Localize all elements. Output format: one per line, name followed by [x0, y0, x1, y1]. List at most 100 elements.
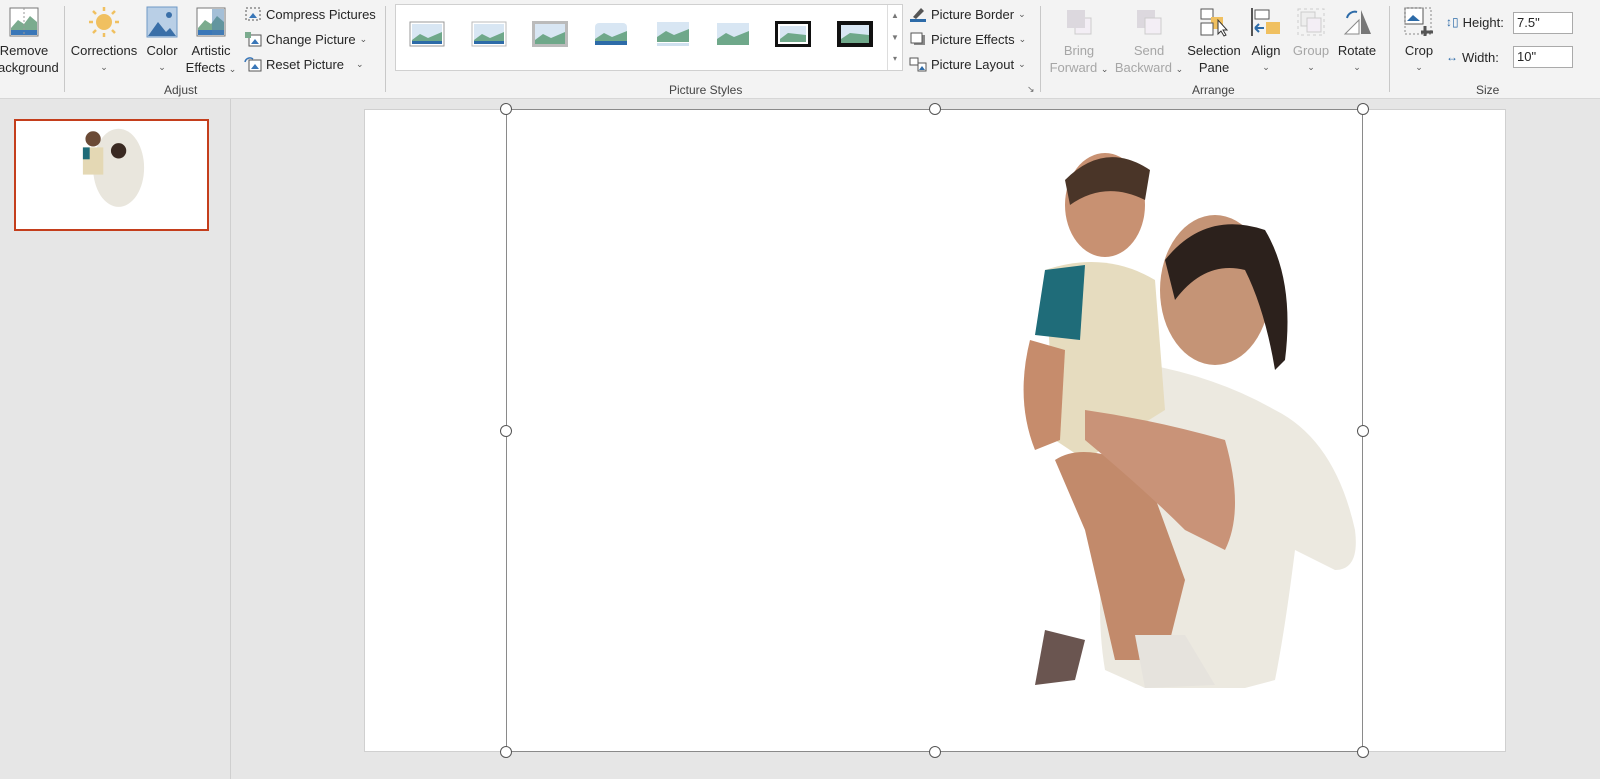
- picture-styles-gallery[interactable]: ▲ ▼ ▾: [395, 4, 903, 71]
- picture-style-1[interactable]: [408, 19, 446, 49]
- width-label-wrap: ↔ Width:: [1446, 47, 1499, 67]
- bring-forward-label-1: Bring: [1063, 43, 1095, 58]
- rotate-icon: [1341, 6, 1373, 38]
- color-button[interactable]: Color ⌄: [143, 6, 181, 76]
- size-group-label: Size: [1476, 83, 1500, 97]
- height-label: Height:: [1462, 14, 1504, 30]
- send-backward-label-2: Backward: [1114, 60, 1172, 75]
- ribbon: Remove Background Corrections ⌄ Color ⌄ …: [0, 0, 1600, 99]
- thumbnail-picture: [82, 128, 145, 207]
- compress-icon: [244, 6, 262, 22]
- bring-forward-icon: [1063, 6, 1095, 38]
- chevron-down-icon: ⌄: [228, 64, 237, 74]
- height-icon: ↕▯: [1446, 15, 1459, 29]
- bring-forward-label-2: Forward: [1049, 60, 1098, 75]
- picture-style-7[interactable]: [774, 19, 812, 49]
- remove-background-label: Remove Background: [0, 43, 59, 75]
- picture-layout-button[interactable]: Picture Layout ⌄: [909, 54, 1026, 74]
- reset-picture-icon: [244, 56, 262, 72]
- chevron-down-icon: ⌄: [1415, 62, 1423, 72]
- slide-thumbnail-1[interactable]: [14, 119, 209, 231]
- crop-label: Crop: [1404, 43, 1434, 58]
- picture-style-4[interactable]: [592, 19, 630, 49]
- scroll-up-icon[interactable]: ▲: [888, 5, 902, 27]
- corrections-button[interactable]: Corrections ⌄: [69, 6, 139, 76]
- reset-picture-label: Reset Picture: [266, 56, 345, 72]
- chevron-down-icon: ⌄: [100, 62, 108, 72]
- sun-icon: [88, 6, 120, 38]
- picture-border-label: Picture Border: [931, 6, 1015, 22]
- reset-picture-button[interactable]: Reset Picture ⌄: [244, 54, 364, 74]
- chevron-down-icon: ⌄: [1018, 33, 1027, 44]
- picture-style-2[interactable]: [470, 19, 508, 49]
- pen-icon: [909, 6, 927, 22]
- remove-background-button[interactable]: Remove Background: [0, 6, 62, 76]
- chevron-down-icon: ⌄: [1307, 62, 1315, 72]
- group-icon: [1295, 6, 1327, 38]
- chevron-down-icon: ⌄: [158, 62, 166, 72]
- height-input[interactable]: 7.5": [1513, 12, 1573, 34]
- picture-selection-frame[interactable]: [506, 109, 1363, 752]
- width-icon: ↔: [1446, 50, 1458, 64]
- resize-handle-bottom[interactable]: [929, 746, 941, 758]
- chevron-down-icon: ⌄: [1353, 62, 1361, 72]
- align-icon: [1250, 6, 1282, 38]
- picture-border-button[interactable]: Picture Border ⌄: [909, 4, 1026, 24]
- send-backward-label-1: Send: [1133, 43, 1165, 58]
- color-label: Color: [146, 43, 178, 58]
- chevron-down-icon: ⌄: [1018, 58, 1026, 69]
- selection-pane-label-1: Selection: [1187, 43, 1241, 58]
- scroll-down-icon[interactable]: ▼: [888, 27, 902, 49]
- change-picture-button[interactable]: Change Picture ⌄: [244, 29, 367, 49]
- bring-forward-button[interactable]: Bring Forward ⌄: [1048, 6, 1110, 78]
- color-icon: [146, 6, 178, 38]
- chevron-down-icon: ⌄: [359, 33, 368, 44]
- resize-handle-top-right[interactable]: [1357, 103, 1369, 115]
- chevron-down-icon: ⌄: [1262, 62, 1270, 72]
- picture-effects-label: Picture Effects: [931, 31, 1015, 47]
- rotate-label: Rotate: [1337, 43, 1377, 58]
- picture-style-5[interactable]: [654, 19, 692, 49]
- rotate-button[interactable]: Rotate ⌄: [1336, 6, 1378, 76]
- resize-handle-right[interactable]: [1357, 425, 1369, 437]
- picture-style-6[interactable]: [714, 19, 752, 49]
- gallery-scrollbar[interactable]: ▲ ▼ ▾: [887, 5, 902, 70]
- picture-style-8[interactable]: [836, 19, 874, 49]
- artistic-label-1: Artistic: [191, 43, 231, 58]
- artistic-label-2: Effects: [185, 60, 226, 75]
- resize-handle-left[interactable]: [500, 425, 512, 437]
- compress-label: Compress Pictures: [266, 6, 376, 22]
- crop-button[interactable]: Crop ⌄: [1400, 6, 1438, 76]
- artistic-effects-button[interactable]: Artistic Effects ⌄: [184, 6, 238, 78]
- remove-background-icon: [8, 6, 40, 38]
- arrange-group-label: Arrange: [1192, 83, 1235, 97]
- picture-styles-group-label: Picture Styles: [669, 83, 743, 97]
- effects-icon: [909, 31, 927, 47]
- chevron-down-icon: ⌄: [356, 58, 364, 69]
- picture-layout-label: Picture Layout: [931, 56, 1015, 72]
- picture-effects-button[interactable]: Picture Effects ⌄: [909, 29, 1026, 49]
- group-button[interactable]: Group ⌄: [1290, 6, 1332, 76]
- chevron-down-icon: ⌄: [1100, 64, 1109, 74]
- resize-handle-bottom-left[interactable]: [500, 746, 512, 758]
- change-picture-label: Change Picture: [266, 31, 356, 47]
- layout-icon: [909, 56, 927, 72]
- adjust-group-label: Adjust: [164, 83, 198, 97]
- resize-handle-top[interactable]: [929, 103, 941, 115]
- compress-pictures-button[interactable]: Compress Pictures: [244, 4, 376, 24]
- resize-handle-bottom-right[interactable]: [1357, 746, 1369, 758]
- selection-pane-button[interactable]: Selection Pane: [1184, 6, 1244, 76]
- more-styles-icon[interactable]: ▾: [888, 48, 902, 70]
- picture-style-3[interactable]: [531, 19, 569, 49]
- send-backward-button[interactable]: Send Backward ⌄: [1113, 6, 1185, 78]
- width-input[interactable]: 10": [1513, 46, 1573, 68]
- group-label: Group: [1292, 43, 1330, 58]
- chevron-down-icon: ⌄: [1175, 64, 1184, 74]
- resize-handle-top-left[interactable]: [500, 103, 512, 115]
- artistic-effects-icon: [195, 6, 227, 38]
- height-label-wrap: ↕▯ Height:: [1446, 12, 1504, 32]
- dialog-launcher-icon[interactable]: ↘: [1027, 84, 1035, 95]
- selection-pane-label-2: Pane: [1198, 60, 1230, 75]
- align-button[interactable]: Align ⌄: [1247, 6, 1285, 76]
- align-label: Align: [1251, 43, 1281, 58]
